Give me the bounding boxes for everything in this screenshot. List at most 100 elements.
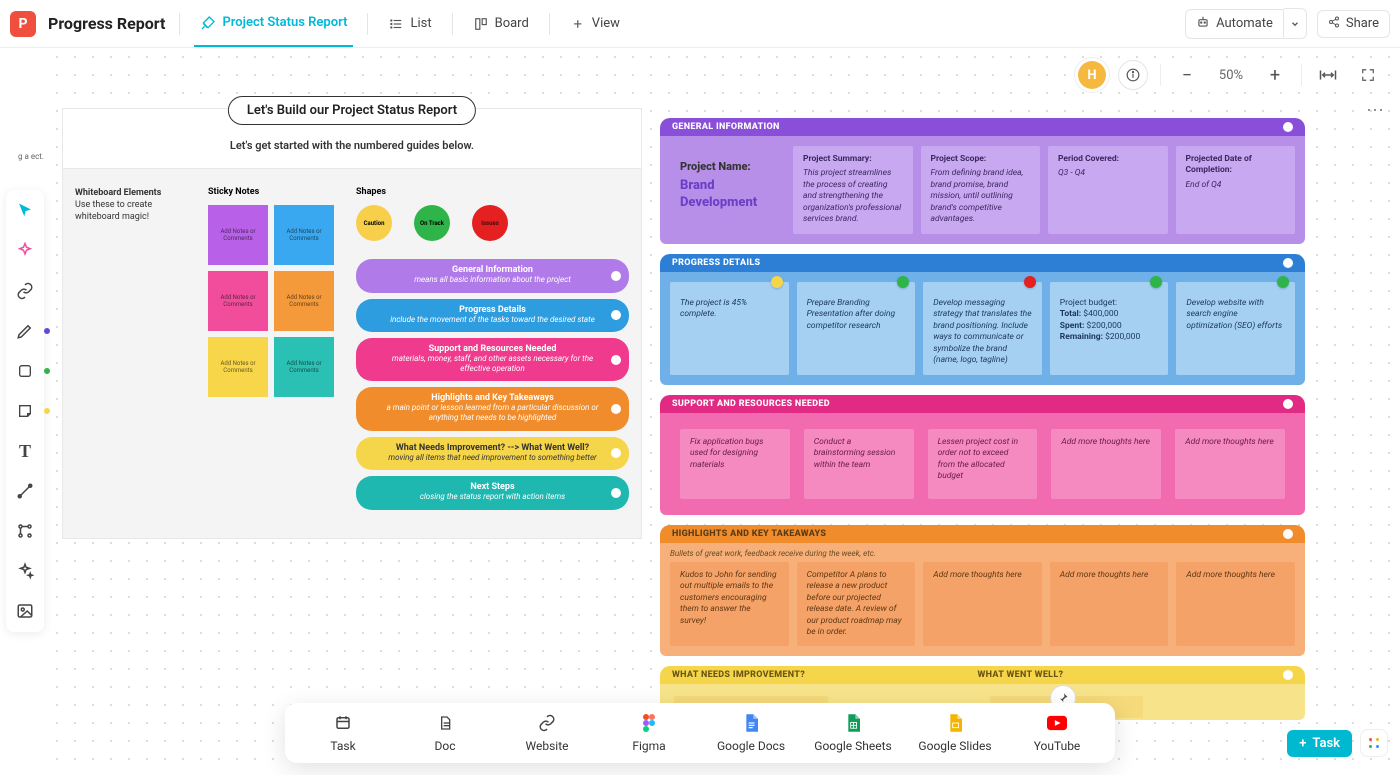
section-general-info: GENERAL INFORMATION Project Name: Brand …	[660, 118, 1305, 244]
ai-tool[interactable]	[14, 240, 36, 262]
sparkle-icon	[200, 15, 216, 31]
support-card[interactable]: Conduct a brainstorming session within t…	[804, 429, 914, 499]
sample-sticky[interactable]: Add Notes or Comments	[274, 337, 334, 397]
tab-label: Project Status Report	[222, 15, 347, 30]
sample-sticky[interactable]: Add Notes or Comments	[208, 271, 268, 331]
share-button[interactable]: Share	[1317, 10, 1390, 38]
board-icon	[473, 16, 489, 32]
plus-icon: +	[570, 16, 586, 32]
link-tool[interactable]	[14, 280, 36, 302]
sample-sticky[interactable]: Add Notes or Comments	[274, 205, 334, 265]
section-shape[interactable]: General Informationmeans all basic infor…	[356, 259, 629, 293]
fullscreen-button[interactable]	[1354, 61, 1382, 89]
automate-dropdown[interactable]	[1284, 8, 1307, 39]
zoom-out-button[interactable]: −	[1173, 61, 1201, 89]
progress-card[interactable]: Develop messaging strategy that translat…	[923, 282, 1042, 375]
sample-sticky[interactable]: Add Notes or Comments	[274, 271, 334, 331]
info-card[interactable]: Projected Date of Completion:End of Q4	[1176, 146, 1296, 234]
tab-label: List	[410, 16, 431, 31]
connector-tool[interactable]	[14, 480, 36, 502]
sticky-tool[interactable]	[14, 400, 36, 422]
progress-card[interactable]: Develop website with search engine optim…	[1176, 282, 1295, 375]
insert-gslide[interactable]: Google Slides	[909, 713, 1001, 753]
support-card[interactable]: Add more thoughts here	[1051, 429, 1161, 499]
section-shape[interactable]: Progress Detailsinclude the movement of …	[356, 299, 629, 333]
tab-label: View	[592, 16, 620, 31]
section-progress: PROGRESS DETAILS The project is 45% comp…	[660, 254, 1305, 385]
gsheet-icon	[843, 713, 863, 733]
guide-title: Let's Build our Project Status Report	[228, 96, 476, 125]
section-support: SUPPORT AND RESOURCES NEEDED Fix applica…	[660, 395, 1305, 515]
info-card[interactable]: Project Scope:From defining brand idea, …	[921, 146, 1041, 234]
insert-youtube[interactable]: YouTube	[1011, 713, 1103, 753]
highlight-card[interactable]: Competitor A plans to release a new prod…	[797, 562, 916, 647]
highlight-card[interactable]: Add more thoughts here	[1050, 562, 1169, 647]
sample-sticky[interactable]: Add Notes or Comments	[208, 337, 268, 397]
task-icon	[333, 713, 353, 733]
insert-task[interactable]: Task	[297, 713, 389, 753]
support-card[interactable]: Fix application bugs used for designing …	[680, 429, 790, 499]
progress-card[interactable]: Project budget:Total: $400,000Spent: $20…	[1050, 282, 1169, 375]
automate-label: Automate	[1216, 16, 1273, 31]
progress-card[interactable]: The project is 45% complete.	[670, 282, 789, 375]
section-shape[interactable]: What Needs Improvement? --> What Went We…	[356, 437, 629, 471]
doc-icon	[435, 713, 455, 733]
tab-list[interactable]: List	[382, 1, 437, 47]
guide-card: Let's Build our Project Status Report Le…	[62, 108, 642, 539]
highlight-card[interactable]: Add more thoughts here	[1176, 562, 1295, 647]
tab-board[interactable]: Board	[467, 1, 535, 47]
section-highlights: HIGHLIGHTS AND KEY TAKEAWAYS Bullets of …	[660, 525, 1305, 657]
sample-sticky[interactable]: Add Notes or Comments	[208, 205, 268, 265]
info-card[interactable]: Period Covered:Q3 - Q4	[1048, 146, 1168, 234]
fit-width-button[interactable]	[1314, 61, 1342, 89]
progress-card[interactable]: Prepare Branding Presentation after doin…	[797, 282, 916, 375]
zoom-in-button[interactable]: +	[1261, 61, 1289, 89]
tab-label: Board	[495, 16, 529, 31]
plus-icon: +	[1299, 736, 1306, 751]
tab-add-view[interactable]: + View	[564, 1, 626, 47]
pen-tool[interactable]	[14, 320, 36, 342]
zoom-value: 50%	[1213, 68, 1249, 83]
peek-text: g a ect.	[2, 152, 44, 162]
insert-link[interactable]: Website	[501, 713, 593, 753]
guide-sticky-col: Sticky Notes Add Notes or Comments Add N…	[208, 187, 338, 516]
status-shape[interactable]: Issues	[472, 205, 508, 241]
avatar[interactable]: H	[1078, 61, 1106, 89]
info-button[interactable]	[1118, 60, 1148, 90]
section-shape[interactable]: Next Stepsclosing the status report with…	[356, 476, 629, 510]
apps-grid-button[interactable]	[1360, 729, 1388, 757]
support-card[interactable]: Add more thoughts here	[1175, 429, 1285, 499]
more-tool[interactable]	[14, 520, 36, 542]
status-shape[interactable]: On Track	[414, 205, 450, 241]
separator	[549, 13, 550, 35]
cursor-tool[interactable]	[14, 200, 36, 222]
gdoc-icon	[741, 713, 761, 733]
info-card[interactable]: Project Summary:This project streamlines…	[793, 146, 913, 234]
insert-gsheet[interactable]: Google Sheets	[807, 713, 899, 753]
separator	[367, 13, 368, 35]
text-tool[interactable]: T	[14, 440, 36, 462]
more-options-button[interactable]: ⋯	[1366, 100, 1386, 121]
image-tool[interactable]	[14, 600, 36, 622]
section-shape[interactable]: Support and Resources Neededmaterials, m…	[356, 338, 629, 381]
link-icon	[537, 713, 557, 733]
insert-gdoc[interactable]: Google Docs	[705, 713, 797, 753]
tab-project-status-report[interactable]: Project Status Report	[194, 1, 353, 47]
share-icon	[1328, 16, 1340, 32]
status-shape[interactable]: Caution	[356, 205, 392, 241]
sparkle-tool[interactable]	[14, 560, 36, 582]
create-task-fab[interactable]: + Task	[1287, 730, 1352, 757]
highlights-subtitle: Bullets of great work, feedback receive …	[670, 549, 1295, 558]
project-name-card: Project Name: Brand Development	[670, 146, 785, 234]
support-card[interactable]: Lessen project cost in order not to exce…	[928, 429, 1038, 499]
shape-tool[interactable]	[14, 360, 36, 382]
insert-actions-bar: TaskDocWebsiteFigmaGoogle DocsGoogle She…	[285, 703, 1115, 763]
insert-figma[interactable]: Figma	[603, 713, 695, 753]
highlight-card[interactable]: Kudos to John for sending out multiple e…	[670, 562, 789, 647]
automate-button[interactable]: Automate	[1185, 9, 1284, 39]
section-shape[interactable]: Highlights and Key Takeawaysa main point…	[356, 387, 629, 430]
insert-doc[interactable]: Doc	[399, 713, 491, 753]
highlight-card[interactable]: Add more thoughts here	[923, 562, 1042, 647]
guide-shapes-col: Shapes CautionOn TrackIssues General Inf…	[356, 187, 629, 516]
zoom-controls: H − 50% +	[1078, 60, 1382, 90]
